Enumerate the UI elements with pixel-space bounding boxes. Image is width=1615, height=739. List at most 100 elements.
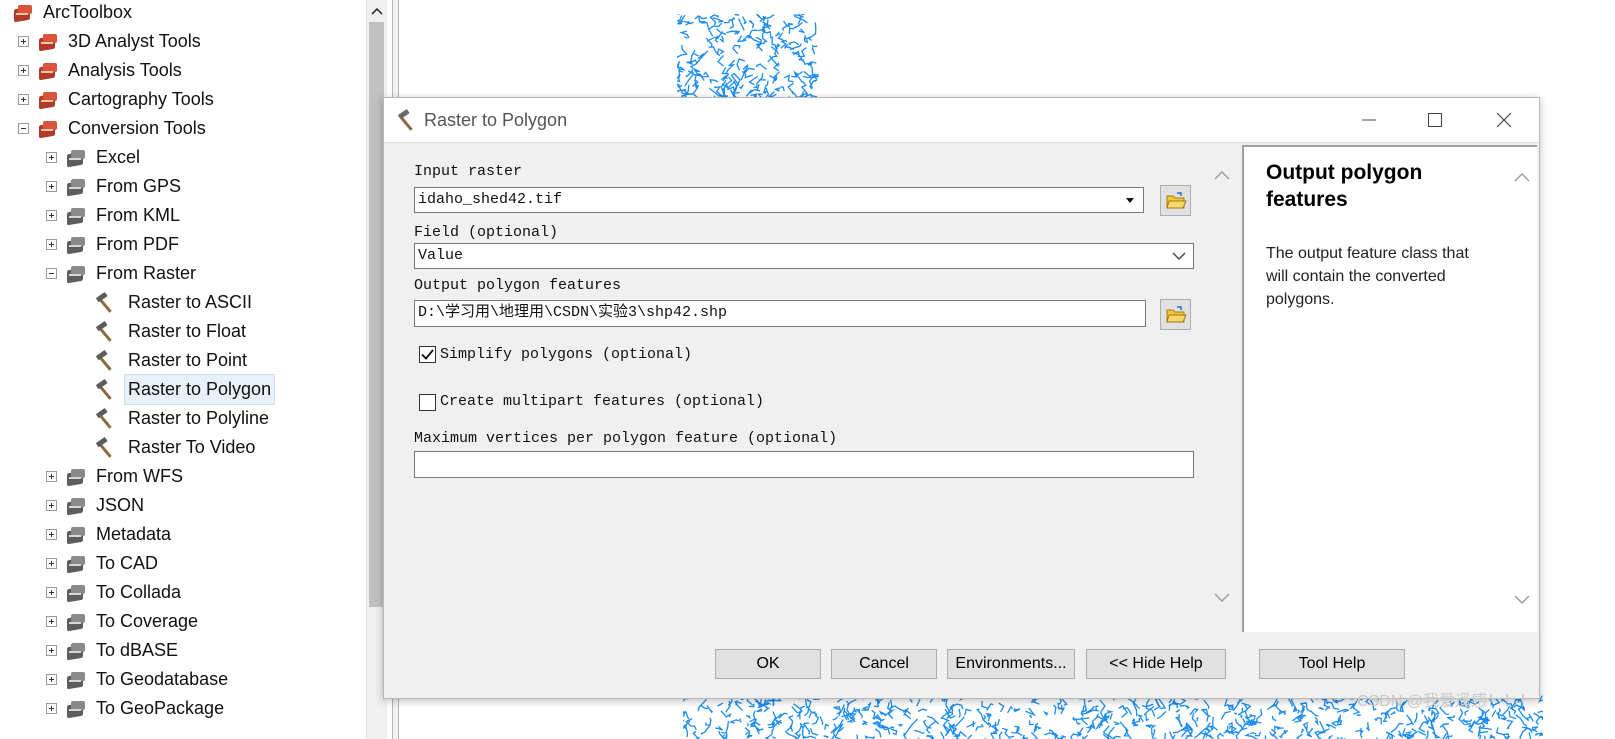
tree-item[interactable]: Excel bbox=[46, 143, 143, 172]
create-multipart-checkbox[interactable] bbox=[419, 394, 436, 411]
expand-icon[interactable] bbox=[46, 616, 57, 627]
raster-to-polygon-dialog: Raster to Polygon Input raster idaho_she… bbox=[383, 97, 1540, 699]
hammer-icon bbox=[96, 407, 112, 429]
expand-icon[interactable] bbox=[46, 500, 57, 511]
simplify-polygons-label[interactable]: Simplify polygons (optional) bbox=[440, 346, 692, 363]
scroll-up-icon[interactable] bbox=[367, 0, 387, 22]
tree-item[interactable]: Raster to Float bbox=[94, 317, 249, 346]
toolset-icon bbox=[65, 264, 87, 284]
tree-item[interactable]: From PDF bbox=[46, 230, 182, 259]
hammer-icon bbox=[96, 378, 112, 400]
ok-button[interactable]: OK bbox=[715, 649, 821, 679]
tree-item[interactable]: Conversion Tools bbox=[18, 114, 209, 143]
expand-icon[interactable] bbox=[46, 181, 57, 192]
scrollbar-thumb[interactable] bbox=[369, 22, 384, 607]
tree-item[interactable]: Cartography Tools bbox=[18, 85, 217, 114]
environments-button[interactable]: Environments... bbox=[947, 649, 1075, 679]
tree-item-label: From PDF bbox=[96, 234, 179, 254]
toolset-icon bbox=[65, 206, 87, 226]
help-scroll-up-icon[interactable] bbox=[1512, 167, 1532, 187]
output-polygon-input[interactable]: D:\学习用\地理用\CSDN\实验3\shp42.shp bbox=[414, 300, 1146, 327]
tree-item[interactable]: To Geodatabase bbox=[46, 665, 231, 694]
collapse-icon[interactable] bbox=[46, 268, 57, 279]
max-vertices-input[interactable] bbox=[414, 451, 1194, 478]
toolset-icon bbox=[65, 148, 87, 168]
open-folder-icon bbox=[1165, 191, 1187, 208]
tree-item[interactable]: Raster to ASCII bbox=[94, 288, 255, 317]
close-icon bbox=[1496, 112, 1512, 128]
expand-icon[interactable] bbox=[46, 703, 57, 714]
tree-item-label: Raster to Float bbox=[128, 321, 247, 341]
tree-item[interactable]: To GeoPackage bbox=[46, 694, 227, 723]
tree-item-label: To Geodatabase bbox=[96, 669, 229, 689]
tree-item[interactable]: Raster to Point bbox=[94, 346, 250, 375]
expand-icon[interactable] bbox=[46, 471, 57, 482]
tree-item[interactable]: 3D Analyst Tools bbox=[18, 27, 204, 56]
tree-item-label: From Raster bbox=[96, 263, 197, 283]
params-scroll-down-icon[interactable] bbox=[1212, 588, 1232, 608]
tree-item[interactable]: Raster To Video bbox=[94, 433, 258, 462]
tree-item[interactable]: To Collada bbox=[46, 578, 184, 607]
tree-item-label: JSON bbox=[96, 495, 145, 515]
field-select[interactable]: Value bbox=[414, 243, 1194, 269]
open-folder-icon bbox=[1165, 305, 1187, 322]
dropdown-arrow-icon[interactable] bbox=[1121, 190, 1139, 210]
toolset-icon bbox=[65, 699, 87, 719]
expand-icon[interactable] bbox=[46, 239, 57, 250]
toolset-icon bbox=[65, 583, 87, 603]
tree-item[interactable]: To dBASE bbox=[46, 636, 181, 665]
tree-item[interactable]: From GPS bbox=[46, 172, 184, 201]
hammer-icon bbox=[96, 349, 112, 371]
toolset-icon bbox=[65, 670, 87, 690]
close-button[interactable] bbox=[1473, 98, 1535, 142]
tree-item[interactable]: JSON bbox=[46, 491, 147, 520]
simplify-polygons-checkbox[interactable] bbox=[419, 346, 436, 363]
tree-item-label: To CAD bbox=[96, 553, 159, 573]
expand-icon[interactable] bbox=[46, 529, 57, 540]
expand-icon[interactable] bbox=[46, 152, 57, 163]
cancel-button[interactable]: Cancel bbox=[831, 649, 937, 679]
tree-item[interactable]: Raster to Polygon bbox=[94, 374, 276, 405]
params-scroll-up-icon[interactable] bbox=[1212, 165, 1232, 185]
collapse-icon[interactable] bbox=[18, 123, 29, 134]
expand-icon[interactable] bbox=[18, 65, 29, 76]
dialog-titlebar[interactable]: Raster to Polygon bbox=[384, 98, 1539, 143]
tree-item[interactable]: Raster to Polyline bbox=[94, 404, 272, 433]
tree-item[interactable]: To CAD bbox=[46, 549, 161, 578]
hammer-icon bbox=[96, 291, 112, 313]
field-value: Value bbox=[418, 247, 464, 264]
expand-icon[interactable] bbox=[46, 558, 57, 569]
tree-item-label: To Coverage bbox=[96, 611, 199, 631]
expand-icon[interactable] bbox=[46, 645, 57, 656]
help-scroll-down-icon[interactable] bbox=[1512, 590, 1532, 610]
help-title: Output polygon features bbox=[1266, 161, 1423, 211]
expand-icon[interactable] bbox=[46, 674, 57, 685]
tool-help-button[interactable]: Tool Help bbox=[1259, 649, 1405, 679]
tree-item-label: To Collada bbox=[96, 582, 182, 602]
input-raster-combobox[interactable]: idaho_shed42.tif bbox=[414, 187, 1144, 213]
tree-item[interactable]: From KML bbox=[46, 201, 183, 230]
expand-icon[interactable] bbox=[18, 36, 29, 47]
output-polygon-value: D:\学习用\地理用\CSDN\实验3\shp42.shp bbox=[418, 304, 728, 321]
tree-item[interactable]: Analysis Tools bbox=[18, 56, 185, 85]
hide-help-button[interactable]: << Hide Help bbox=[1086, 649, 1226, 679]
tree-item-label: Raster to Point bbox=[128, 350, 248, 370]
tree-item[interactable]: From WFS bbox=[46, 462, 186, 491]
tree-item[interactable]: From Raster bbox=[46, 259, 199, 288]
create-multipart-label[interactable]: Create multipart features (optional) bbox=[440, 393, 764, 410]
expand-icon[interactable] bbox=[46, 587, 57, 598]
tree-item[interactable]: Metadata bbox=[46, 520, 174, 549]
expand-icon[interactable] bbox=[46, 210, 57, 221]
tree-root-arctoolbox[interactable]: ArcToolbox bbox=[12, 0, 135, 27]
toolbox-icon bbox=[37, 61, 59, 81]
browse-output-button[interactable] bbox=[1160, 299, 1191, 330]
browse-input-raster-button[interactable] bbox=[1160, 185, 1191, 216]
chevron-down-icon[interactable] bbox=[1169, 246, 1189, 266]
maximize-button[interactable] bbox=[1404, 98, 1466, 142]
input-raster-value: idaho_shed42.tif bbox=[418, 191, 563, 208]
expand-icon[interactable] bbox=[18, 94, 29, 105]
tree-item[interactable]: To Coverage bbox=[46, 607, 201, 636]
hammer-icon bbox=[96, 436, 112, 458]
minimize-button[interactable] bbox=[1338, 98, 1400, 142]
tree-item-label: Raster To Video bbox=[128, 437, 256, 457]
